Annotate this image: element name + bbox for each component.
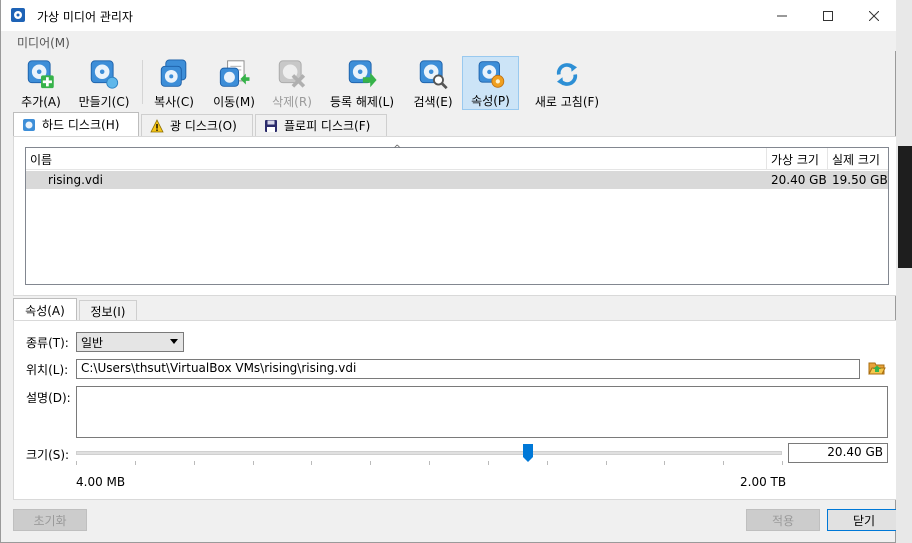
size-min-label: 4.00 MB <box>76 475 126 489</box>
description-field[interactable] <box>76 386 888 438</box>
slider-tick <box>429 461 430 465</box>
remove-button[interactable]: 삭제(R) <box>267 56 317 110</box>
release-disk-icon <box>348 60 377 88</box>
refresh-icon <box>556 63 578 86</box>
row-name: rising.vdi <box>48 173 103 187</box>
tab-floppy-disk[interactable]: 플로피 디스크(F) <box>255 114 387 136</box>
description-label: 설명(D): <box>26 391 71 405</box>
release-button[interactable]: 등록 해제(L) <box>323 56 401 110</box>
column-virtual-size[interactable]: 가상 크기 <box>771 151 819 168</box>
tab-optical-disk[interactable]: 광 디스크(O) <box>141 114 253 136</box>
menu-media[interactable]: 미디어(M) <box>17 34 70 51</box>
row-actual-size: 19.50 GB <box>832 173 888 187</box>
size-slider-thumb[interactable] <box>522 444 533 462</box>
search-disk-icon <box>419 60 448 90</box>
maximize-button[interactable] <box>805 0 851 31</box>
slider-tick <box>253 461 254 465</box>
table-header: ^ 이름 가상 크기 실제 크기 <box>26 144 888 170</box>
tab-hard-disk-label: 하드 디스크(H) <box>42 118 120 132</box>
column-divider <box>766 148 767 170</box>
menu-bar: 미디어(M) <box>1 31 897 51</box>
size-slider[interactable] <box>76 451 782 455</box>
toolbar-separator <box>142 60 143 104</box>
chevron-down-icon <box>170 339 178 344</box>
type-select-value: 일반 <box>81 336 104 350</box>
create-button[interactable]: 만들기(C) <box>73 56 135 110</box>
type-select[interactable]: 일반 <box>76 332 184 352</box>
copy-disk-icon <box>160 59 187 87</box>
size-label: 크기(S): <box>26 448 70 462</box>
properties-button[interactable]: 속성(P) <box>462 56 519 110</box>
maximize-icon <box>823 10 833 21</box>
background-window-strip <box>896 0 912 543</box>
sort-ascending-icon: ^ <box>393 144 402 155</box>
refresh-button[interactable]: 새로 고침(F) <box>529 56 605 110</box>
table-row[interactable]: rising.vdi 20.40 GB 19.50 GB <box>26 171 888 189</box>
release-label: 등록 해제(L) <box>329 95 395 109</box>
folder-open-icon[interactable] <box>868 359 886 377</box>
properties-label: 속성(P) <box>471 94 510 108</box>
tab-information[interactable]: 정보(I) <box>79 300 137 321</box>
copy-label: 복사(C) <box>154 95 194 109</box>
warning-icon <box>150 118 164 132</box>
background-dark-panel <box>898 146 912 268</box>
size-max-label: 2.00 TB <box>740 475 787 489</box>
slider-tick <box>723 461 724 465</box>
slider-tick <box>488 461 489 465</box>
slider-tick <box>547 461 548 465</box>
close-window-button[interactable] <box>851 0 897 31</box>
window-title: 가상 미디어 관리자 <box>37 10 133 24</box>
close-button[interactable]: 닫기 <box>827 509 901 531</box>
remove-disk-icon <box>278 60 306 88</box>
row-virtual-size: 20.40 GB <box>771 173 827 187</box>
properties-disk-icon <box>478 61 504 88</box>
slider-tick <box>664 461 665 465</box>
slider-tick <box>135 461 136 465</box>
location-label: 위치(L): <box>26 363 69 377</box>
move-label: 이동(M) <box>213 95 255 109</box>
column-actual-size[interactable]: 실제 크기 <box>832 151 880 168</box>
hard-disk-icon <box>23 118 35 131</box>
search-label: 검색(E) <box>413 95 453 109</box>
disk-list-panel: ^ 이름 가상 크기 실제 크기 rising.vdi 20.40 GB 19.… <box>13 136 897 296</box>
type-label: 종류(T): <box>26 336 69 350</box>
refresh-label: 새로 고침(F) <box>534 95 600 109</box>
size-field[interactable]: 20.40 GB <box>788 443 888 463</box>
slider-tick <box>311 461 312 465</box>
remove-label: 삭제(R) <box>272 95 312 109</box>
disk-table: ^ 이름 가상 크기 실제 크기 rising.vdi 20.40 GB 19.… <box>25 144 889 285</box>
apply-button[interactable]: 적용 <box>746 509 820 531</box>
create-disk-icon <box>90 60 119 89</box>
tab-floppy-disk-label: 플로피 디스크(F) <box>284 119 371 133</box>
floppy-disk-icon <box>265 119 277 132</box>
slider-tick <box>370 461 371 465</box>
reset-button[interactable]: 초기화 <box>13 509 87 531</box>
slider-tick <box>782 461 783 465</box>
slider-tick <box>194 461 195 465</box>
add-label: 추가(A) <box>21 95 61 109</box>
attributes-panel: 종류(T): 일반 위치(L): C:\Users\thsut\VirtualB… <box>13 320 897 500</box>
search-button[interactable]: 검색(E) <box>407 56 459 110</box>
add-button[interactable]: 추가(A) <box>15 56 67 110</box>
location-field[interactable]: C:\Users\thsut\VirtualBox VMs\rising\ris… <box>76 359 860 379</box>
toolbar: 추가(A) 만들기(C) 복사(C) 이동(M) 삭제(R) 등록 해제(L) … <box>1 52 897 112</box>
slider-tick <box>606 461 607 465</box>
copy-button[interactable]: 복사(C) <box>149 56 199 110</box>
move-button[interactable]: 이동(M) <box>207 56 261 110</box>
column-divider <box>827 148 828 170</box>
close-icon <box>869 10 879 21</box>
minimize-button[interactable] <box>759 0 805 31</box>
tab-hard-disk[interactable]: 하드 디스크(H) <box>13 112 139 136</box>
move-disk-icon <box>219 60 250 87</box>
title-bar: 가상 미디어 관리자 <box>1 0 897 31</box>
add-disk-icon <box>27 60 54 89</box>
minimize-icon <box>777 15 787 16</box>
tab-optical-disk-label: 광 디스크(O) <box>170 119 237 133</box>
create-label: 만들기(C) <box>78 95 130 109</box>
virtualbox-app-icon <box>11 8 25 22</box>
slider-tick <box>76 461 77 465</box>
virtual-media-manager-window: 가상 미디어 관리자 미디어(M) 추가(A) 만들기(C) 복사(C) 이동(… <box>0 0 901 543</box>
tab-attributes[interactable]: 속성(A) <box>13 298 77 321</box>
column-name[interactable]: 이름 <box>30 151 52 168</box>
